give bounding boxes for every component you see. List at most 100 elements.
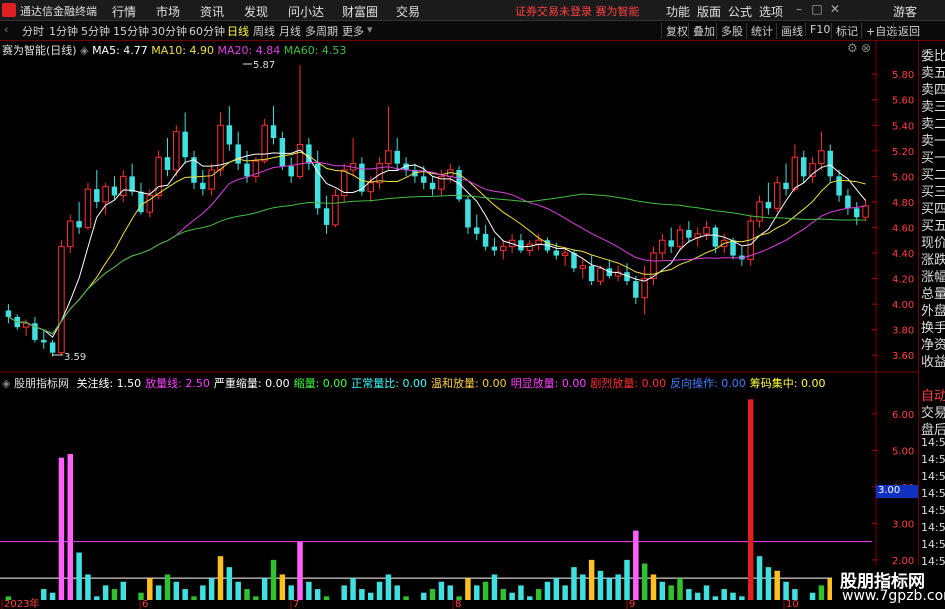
volume-bar[interactable] <box>730 592 736 600</box>
period-more[interactable]: 更多 <box>342 23 364 39</box>
maximize-icon[interactable]: □ <box>810 2 824 16</box>
volume-bar[interactable] <box>659 581 666 600</box>
volume-bar[interactable] <box>765 567 772 600</box>
volume-bar[interactable] <box>447 585 453 600</box>
volume-bar[interactable] <box>49 592 56 600</box>
volume-bar[interactable] <box>677 578 683 600</box>
volume-bar[interactable] <box>306 581 312 600</box>
candle-body[interactable] <box>235 144 241 164</box>
candle-body[interactable] <box>138 191 144 213</box>
candle-body[interactable] <box>261 124 268 162</box>
candle-body[interactable] <box>836 176 842 196</box>
candle-body[interactable] <box>686 230 692 238</box>
volume-bar[interactable] <box>226 567 233 600</box>
volume-bar[interactable] <box>147 578 153 600</box>
close-pane-icon[interactable]: ⊗ <box>861 41 871 55</box>
volume-bar[interactable] <box>809 592 816 600</box>
volume-bar[interactable] <box>606 578 613 600</box>
period-5min[interactable]: 5分钟 <box>81 23 110 39</box>
candle-body[interactable] <box>535 239 542 245</box>
volume-bar[interactable] <box>367 592 374 600</box>
menu-market[interactable]: 市场 <box>156 3 180 20</box>
period-multi[interactable]: 多周期 <box>305 23 338 39</box>
candle-body[interactable] <box>129 176 135 192</box>
volume-bar[interactable] <box>438 581 445 600</box>
side-trade-item[interactable]: 14:56 <box>921 453 945 466</box>
candle-body[interactable] <box>49 342 56 353</box>
menu-layout[interactable]: 版面 <box>697 3 721 20</box>
candle-body[interactable] <box>588 265 595 282</box>
candle-body[interactable] <box>579 265 587 269</box>
side-trade-item[interactable]: 14:56 <box>921 436 945 449</box>
candle-body[interactable] <box>659 239 666 254</box>
candle-body[interactable] <box>270 125 277 139</box>
btn-f10[interactable]: F10 <box>805 23 830 36</box>
candle-body[interactable] <box>279 138 286 167</box>
volume-bar[interactable] <box>102 585 109 600</box>
candle-body[interactable] <box>518 240 524 251</box>
volume-bar[interactable] <box>624 559 630 600</box>
volume-bar[interactable] <box>712 596 719 600</box>
period-monthly[interactable]: 月线 <box>279 23 301 39</box>
volume-bar[interactable] <box>67 454 74 600</box>
candle-body[interactable] <box>385 150 392 165</box>
trade-login-alert[interactable]: 证券交易未登录 赛为智能 <box>515 3 640 19</box>
volume-bar[interactable] <box>588 559 595 600</box>
volume-bar[interactable] <box>85 574 91 600</box>
candle-body[interactable] <box>818 150 825 165</box>
volume-bar[interactable] <box>562 585 568 600</box>
btn-back[interactable]: 返回 <box>893 23 920 39</box>
volume-bar[interactable] <box>535 589 542 600</box>
candle-body[interactable] <box>703 226 710 235</box>
volume-bar[interactable] <box>279 574 286 600</box>
candle-body[interactable] <box>84 188 92 228</box>
volume-bar[interactable] <box>350 578 356 600</box>
toolbar-left-arrow-icon[interactable]: ‹ <box>4 23 8 36</box>
candle-body[interactable] <box>597 267 604 282</box>
menu-ask[interactable]: 问小达 <box>288 3 324 20</box>
volume-bar[interactable] <box>173 581 180 600</box>
volume-bar[interactable] <box>341 585 347 600</box>
volume-bar[interactable] <box>120 581 127 600</box>
volume-bar[interactable] <box>633 530 639 600</box>
btn-stats[interactable]: 统计 <box>746 23 773 39</box>
side-trade-item[interactable]: 14:56 <box>921 538 945 551</box>
candle-body[interactable] <box>217 124 224 171</box>
volume-bar[interactable] <box>385 574 392 600</box>
volume-bar[interactable] <box>191 596 197 600</box>
candle-body[interactable] <box>155 156 162 197</box>
period-1min[interactable]: 1分钟 <box>49 23 78 39</box>
volume-bar[interactable] <box>597 570 604 600</box>
candle-body[interactable] <box>633 281 639 298</box>
candle-body[interactable] <box>200 182 206 190</box>
candle-body[interactable] <box>76 221 82 228</box>
candle-body[interactable] <box>756 201 763 222</box>
more-dropdown-icon[interactable]: ▾ <box>367 23 373 36</box>
stock-chart[interactable]: 5.80 5.60 5.40 5.20 5.00 4.80 4.60 4.40 4.20 4.00… <box>0 40 945 609</box>
menu-function[interactable]: 功能 <box>666 3 690 20</box>
candle-body[interactable] <box>226 125 233 145</box>
candle-body[interactable] <box>791 156 799 190</box>
candle-body[interactable] <box>208 169 215 190</box>
side-trade-item[interactable]: 14:56 <box>921 470 945 483</box>
volume-bar[interactable] <box>323 596 330 600</box>
candlestick-series[interactable] <box>5 65 869 357</box>
candle-body[interactable] <box>323 208 330 225</box>
candle-body[interactable] <box>94 189 100 202</box>
btn-add-watch[interactable]: +自选 <box>861 23 897 39</box>
settings-gear-icon[interactable]: ⚙ <box>847 41 858 55</box>
volume-bar[interactable] <box>703 585 710 600</box>
candle-body[interactable] <box>845 195 851 209</box>
candle-body[interactable] <box>491 246 498 251</box>
btn-multi-stock[interactable]: 多股 <box>716 23 743 39</box>
volume-bar[interactable] <box>756 556 763 600</box>
indicator-toggle-icon[interactable]: ◈ <box>2 377 10 390</box>
candle-body[interactable] <box>482 233 489 247</box>
side-trade-item[interactable]: 14:56 <box>921 521 945 534</box>
volume-bar[interactable] <box>244 589 250 600</box>
volume-bar[interactable] <box>403 596 409 600</box>
volume-bar[interactable] <box>783 581 789 600</box>
btn-overlay[interactable]: 叠加 <box>688 23 715 39</box>
volume-bar[interactable] <box>482 581 489 600</box>
volume-bar[interactable] <box>527 596 533 600</box>
